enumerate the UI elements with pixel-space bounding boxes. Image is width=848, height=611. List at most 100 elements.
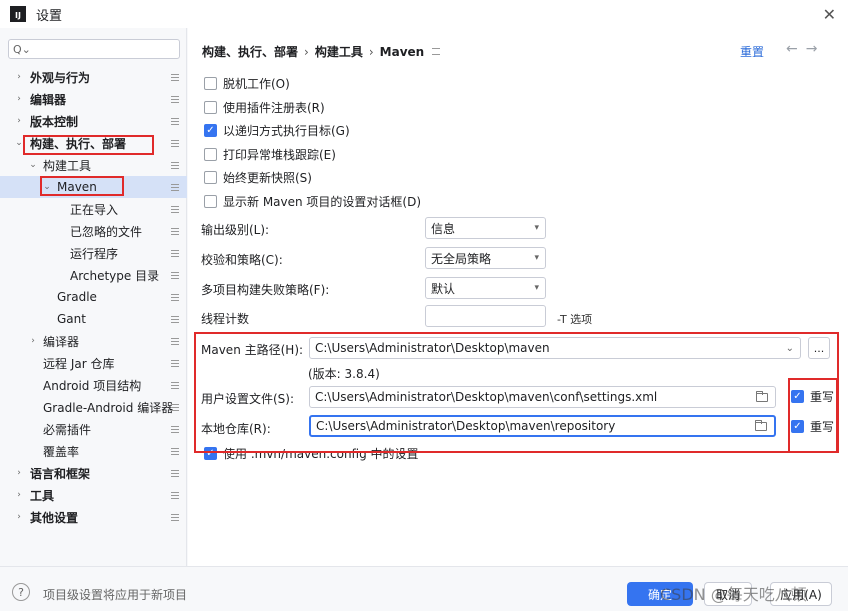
select-value: 无全局策略 (431, 251, 492, 266)
project-settings-icon (171, 73, 179, 81)
checksum-policy-label: 校验和策略(C): (201, 253, 283, 267)
checkbox-work-offline[interactable]: 脱机工作(O) (204, 74, 290, 92)
checkbox-update-snapshots[interactable]: 始终更新快照(S) (204, 168, 312, 186)
tree-item-ignored-files[interactable]: 已忽略的文件 (0, 220, 187, 242)
browse-button[interactable]: ... (808, 337, 830, 359)
chevron-right-icon: › (17, 490, 21, 500)
select-value: 默认 (431, 281, 456, 296)
tree-item-coverage[interactable]: 覆盖率 (0, 440, 187, 462)
breadcrumb-separator-icon: › (368, 44, 374, 59)
checkbox-checked-icon[interactable]: ✓ (204, 123, 217, 137)
checkbox-box[interactable] (204, 100, 217, 114)
chevron-down-icon: ⌄ (43, 182, 51, 192)
settings-search[interactable]: Q⌄ (8, 39, 180, 59)
project-settings-icon (171, 249, 179, 257)
tree-item-label: 编译器 (43, 334, 80, 349)
project-settings-icon (171, 117, 179, 125)
checkbox-checked-icon[interactable]: ✓ (791, 389, 804, 403)
override-user-settings-checkbox[interactable]: ✓ 重写 (791, 387, 834, 405)
checkbox-box[interactable] (204, 76, 217, 90)
maven-home-label: Maven 主路径(H): (201, 343, 304, 357)
tree-item-importing[interactable]: 正在导入 (0, 198, 187, 220)
chevron-down-icon[interactable]: ⌄ (786, 343, 794, 354)
tree-item-runner[interactable]: 运行程序 (0, 242, 187, 264)
tree-item-tools[interactable]: › 工具 (0, 484, 187, 506)
close-icon[interactable]: ✕ (823, 5, 836, 24)
reset-link[interactable]: 重置 (740, 43, 764, 60)
apply-button[interactable]: 应用(A) (770, 582, 832, 606)
local-repo-field[interactable]: C:\Users\Administrator\Desktop\maven\rep… (309, 415, 776, 437)
project-settings-icon (171, 491, 179, 499)
folder-icon[interactable] (756, 390, 768, 402)
back-forward-arrows-icon[interactable]: ←→ (786, 41, 825, 57)
maven-home-combobox[interactable]: C:\Users\Administrator\Desktop\maven ⌄ (309, 337, 801, 359)
tree-item-label: Gant (57, 312, 86, 326)
tree-item-vcs[interactable]: › 版本控制 (0, 110, 187, 132)
ok-button[interactable]: 确定 (627, 582, 693, 606)
breadcrumb-item[interactable]: 构建工具 (315, 43, 363, 60)
project-settings-icon (171, 337, 179, 345)
user-settings-label: 用户设置文件(S): (201, 392, 295, 406)
breadcrumb-item[interactable]: 构建、执行、部署 (202, 43, 298, 60)
tree-item-maven[interactable]: ⌄ Maven (0, 176, 187, 198)
tree-item-gradle[interactable]: Gradle (0, 286, 187, 308)
tree-item-build-execution[interactable]: ⌄ 构建、执行、部署 (0, 132, 187, 154)
multiproject-fail-select[interactable]: 默认 ▾ (425, 277, 546, 299)
tree-item-appearance[interactable]: › 外观与行为 (0, 66, 187, 88)
cancel-button[interactable]: 取消 (704, 582, 752, 606)
checkbox-use-mvn-config[interactable]: ✓ 使用 .mvn/maven.config 中的设置 (204, 444, 419, 462)
tree-item-android-structure[interactable]: Android 项目结构 (0, 374, 187, 396)
project-settings-icon (171, 227, 179, 235)
tree-item-editor[interactable]: › 编辑器 (0, 88, 187, 110)
checkbox-label: 显示新 Maven 项目的设置对话框(D) (223, 194, 422, 209)
dialog-footer: ? 项目级设置将应用于新项目 确定 取消 应用(A) CSDN @每天吃八顿 (0, 566, 848, 611)
tree-item-languages[interactable]: › 语言和框架 (0, 462, 187, 484)
output-level-select[interactable]: 信息 ▾ (425, 217, 546, 239)
tree-item-build-tools[interactable]: ⌄ 构建工具 (0, 154, 187, 176)
project-settings-icon (171, 293, 179, 301)
chevron-right-icon: › (17, 94, 21, 104)
checkbox-show-settings-dialog[interactable]: 显示新 Maven 项目的设置对话框(D) (204, 192, 421, 210)
maven-home-value: C:\Users\Administrator\Desktop\maven (315, 341, 550, 355)
checkbox-plugin-registry[interactable]: 使用插件注册表(R) (204, 98, 325, 116)
checkbox-label: 脱机工作(O) (223, 76, 290, 91)
tree-item-compiler[interactable]: › 编译器 (0, 330, 187, 352)
project-settings-icon (171, 161, 179, 169)
tree-item-archetype[interactable]: Archetype 目录 (0, 264, 187, 286)
project-settings-icon (171, 425, 179, 433)
settings-tree-panel: Q⌄ › 外观与行为 › 编辑器 › 版本控制 ⌄ 构建、执行、部署 ⌄ 构建工… (0, 28, 187, 566)
tree-item-other-settings[interactable]: › 其他设置 (0, 506, 187, 528)
checkbox-box[interactable] (204, 170, 217, 184)
user-settings-value: C:\Users\Administrator\Desktop\maven\con… (315, 390, 658, 404)
checkbox-print-stacktrace[interactable]: 打印异常堆栈跟踪(E) (204, 145, 336, 163)
checkbox-box[interactable] (204, 194, 217, 208)
checkbox-recursive-goals[interactable]: ✓ 以递归方式执行目标(G) (204, 121, 350, 139)
override-local-repo-checkbox[interactable]: ✓ 重写 (791, 417, 834, 435)
checkbox-label: 始终更新快照(S) (223, 170, 312, 185)
tree-item-required-plugins[interactable]: 必需插件 (0, 418, 187, 440)
folder-icon[interactable] (755, 419, 767, 431)
project-settings-icon (171, 469, 179, 477)
project-settings-icon (171, 205, 179, 213)
user-settings-field[interactable]: C:\Users\Administrator\Desktop\maven\con… (309, 386, 776, 408)
select-value: 信息 (431, 221, 456, 236)
search-input[interactable] (30, 41, 179, 57)
multiproject-fail-label: 多项目构建失败策略(F): (201, 283, 330, 297)
tree-item-gradle-android[interactable]: Gradle-Android 编译器 (0, 396, 187, 418)
tree-item-gant[interactable]: Gant (0, 308, 187, 330)
tree-item-remote-jar[interactable]: 远程 Jar 仓库 (0, 352, 187, 374)
checksum-policy-select[interactable]: 无全局策略 ▾ (425, 247, 546, 269)
help-icon[interactable]: ? (12, 583, 30, 601)
chevron-down-icon: ⌄ (15, 138, 23, 148)
project-settings-icon (171, 447, 179, 455)
title-bar: IJ 设置 ✕ (0, 0, 848, 28)
tree-item-label: 覆盖率 (43, 444, 80, 459)
thread-count-input[interactable] (425, 305, 546, 327)
breadcrumb: 构建、执行、部署 › 构建工具 › Maven (202, 43, 441, 60)
checkbox-checked-icon[interactable]: ✓ (204, 446, 217, 460)
checkbox-label: 以递归方式执行目标(G) (223, 123, 350, 138)
checkbox-box[interactable] (204, 147, 217, 161)
chevron-down-icon: ▾ (534, 283, 539, 293)
intellij-logo-icon: IJ (10, 6, 26, 22)
checkbox-checked-icon[interactable]: ✓ (791, 419, 804, 433)
